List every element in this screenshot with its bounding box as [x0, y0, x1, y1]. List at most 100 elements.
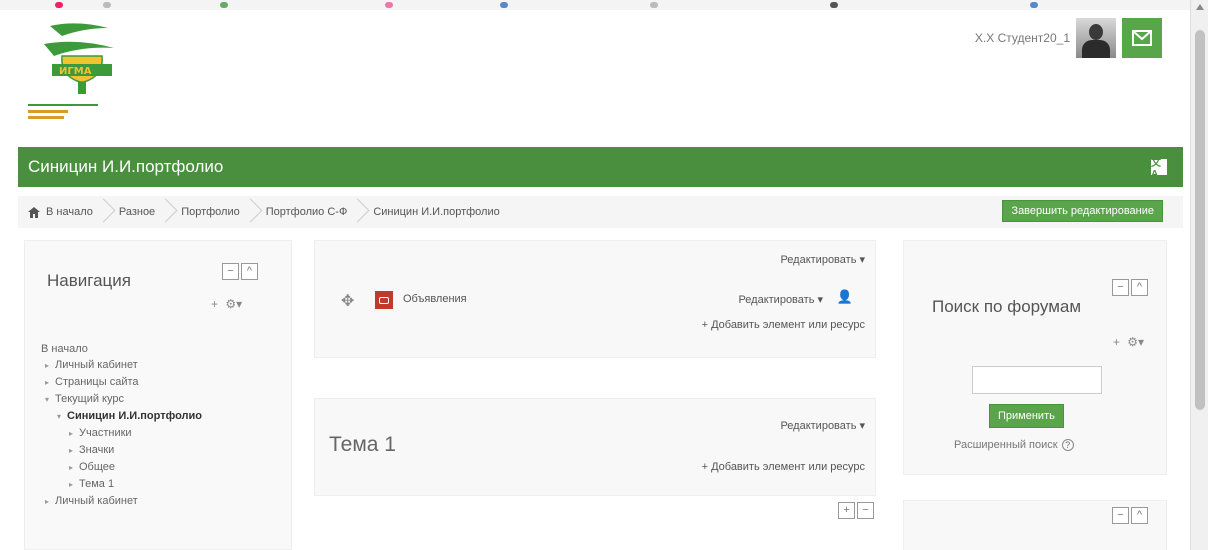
- nav-tree-item-label[interactable]: Текущий курс: [55, 393, 124, 405]
- nav-tree-item[interactable]: ▸ Личный кабинет: [41, 493, 202, 510]
- section-add-remove-controls: + −: [838, 502, 874, 519]
- breadcrumb: В начало Разное Портфолио Портфолио С-Ф …: [18, 196, 1183, 228]
- nav-tree-item-label[interactable]: В начало: [41, 343, 88, 355]
- browser-toolbar-icon[interactable]: [103, 2, 111, 8]
- caret-right-icon[interactable]: ▸: [69, 477, 79, 493]
- forum-search-title: Поиск по форумам: [932, 297, 1082, 316]
- course-section-general: Редактировать ▾ ✥ Объявления Редактирова…: [314, 240, 876, 358]
- breadcrumb-portfolio-sf[interactable]: Портфолио С-Ф: [266, 206, 348, 218]
- gear-icon[interactable]: ⚙▾: [1127, 335, 1144, 349]
- collapse-button[interactable]: −: [1112, 507, 1129, 524]
- section-edit-menu[interactable]: Редактировать ▾: [780, 253, 865, 266]
- user-name[interactable]: X.X Студент20_1: [975, 31, 1070, 45]
- browser-toolbar-icon[interactable]: [385, 2, 393, 8]
- navigation-block-controls: − ^: [222, 263, 258, 280]
- move-cross-icon[interactable]: +: [211, 297, 218, 311]
- nav-tree-item[interactable]: ▸ Общее: [41, 459, 202, 476]
- move-cross-icon[interactable]: ✥: [341, 291, 354, 311]
- breadcrumb-current-course[interactable]: Синицин И.И.портфолио: [373, 206, 499, 218]
- browser-toolbar-icon[interactable]: [500, 2, 508, 8]
- browser-toolbar-strip: [0, 0, 1190, 10]
- caret-right-icon[interactable]: ▸: [45, 358, 55, 374]
- gear-icon[interactable]: ⚙▾: [225, 297, 242, 311]
- nav-tree-item-label[interactable]: Значки: [79, 444, 114, 456]
- activity-edit-menu[interactable]: Редактировать ▾: [738, 293, 823, 306]
- secondary-block-controls: − ^: [1112, 507, 1148, 524]
- nav-tree-item-label[interactable]: Синицин И.И.портфолио: [67, 410, 202, 422]
- finish-editing-button[interactable]: Завершить редактирование: [1002, 200, 1163, 222]
- caret-right-icon[interactable]: ▸: [45, 494, 55, 510]
- nav-tree-item[interactable]: ▸ Участники: [41, 425, 202, 442]
- collapse-button[interactable]: −: [222, 263, 239, 280]
- advanced-search-row: Расширенный поиск ?: [954, 439, 1074, 451]
- breadcrumb-misc[interactable]: Разное: [119, 206, 155, 218]
- collapse-button[interactable]: −: [1112, 279, 1129, 296]
- forum-icon: [375, 291, 393, 309]
- caret-right-icon[interactable]: ▸: [69, 460, 79, 476]
- caret-down-icon[interactable]: ▾: [57, 409, 67, 425]
- person-icon[interactable]: 👤: [837, 289, 853, 305]
- nav-tree-item[interactable]: ▸ Значки: [41, 442, 202, 459]
- nav-tree-item[interactable]: ▾ Текущий курс: [41, 391, 202, 408]
- course-section-topic1: Редактировать ▾ Тема 1 + Добавить элемен…: [314, 398, 876, 496]
- scroll-up-arrow-icon[interactable]: [1196, 4, 1204, 10]
- messages-button[interactable]: [1122, 18, 1162, 58]
- move-up-button[interactable]: ^: [1131, 279, 1148, 296]
- browser-toolbar-icon[interactable]: [220, 2, 228, 8]
- navigation-block: Навигация − ^ + ⚙▾ В начало ▸ Личный кабин…: [24, 240, 292, 550]
- caret-down-icon[interactable]: ▾: [45, 392, 55, 408]
- nav-tree-item-label[interactable]: Тема 1: [79, 478, 114, 490]
- browser-toolbar-icon[interactable]: [830, 2, 838, 8]
- right-block-secondary: − ^: [903, 500, 1167, 550]
- user-avatar[interactable]: [1076, 18, 1116, 58]
- nav-tree-item-label[interactable]: Общее: [79, 461, 115, 473]
- move-cross-icon[interactable]: +: [1113, 335, 1120, 349]
- forum-icon-glyph: [379, 296, 389, 304]
- caret-right-icon[interactable]: ▸: [69, 426, 79, 442]
- section-title[interactable]: Тема 1: [329, 433, 396, 457]
- envelope-icon: [1132, 30, 1152, 46]
- nav-tree-item-label[interactable]: Участники: [79, 427, 132, 439]
- breadcrumb-portfolio[interactable]: Портфолио: [181, 206, 240, 218]
- language-icon[interactable]: 文A: [1151, 158, 1167, 180]
- add-section-button[interactable]: +: [838, 502, 855, 519]
- caret-right-icon[interactable]: ▸: [45, 375, 55, 391]
- apply-button[interactable]: Применить: [989, 404, 1064, 428]
- breadcrumb-separator: [355, 199, 365, 225]
- home-icon[interactable]: [28, 206, 40, 218]
- browser-toolbar-icon[interactable]: [650, 2, 658, 8]
- breadcrumb-home[interactable]: В начало: [46, 206, 93, 218]
- section-edit-menu[interactable]: Редактировать ▾: [780, 419, 865, 432]
- scrollbar-thumb[interactable]: [1195, 30, 1205, 410]
- nav-tree-item-label[interactable]: Личный кабинет: [55, 495, 138, 507]
- page-scrollbar[interactable]: [1190, 0, 1208, 550]
- breadcrumb-separator: [163, 199, 173, 225]
- navigation-tree: В начало ▸ Личный кабинет ▸ Страницы сайта ▾ Т…: [41, 341, 202, 510]
- advanced-search-link[interactable]: Расширенный поиск: [954, 439, 1058, 451]
- browser-toolbar-icon[interactable]: [1030, 2, 1038, 8]
- add-activity-link[interactable]: + Добавить элемент или ресурс: [702, 461, 865, 473]
- nav-tree-item[interactable]: ▸ Страницы сайта: [41, 374, 202, 391]
- activity-link-announcements[interactable]: Объявления: [403, 293, 467, 305]
- nav-tree-item[interactable]: ▸ Личный кабинет: [41, 357, 202, 374]
- nav-tree-item-label[interactable]: Личный кабинет: [55, 359, 138, 371]
- caret-right-icon[interactable]: ▸: [69, 443, 79, 459]
- site-logo[interactable]: ИГМА: [22, 18, 132, 133]
- breadcrumb-separator: [248, 199, 258, 225]
- add-activity-link[interactable]: + Добавить элемент или ресурс: [702, 319, 865, 331]
- nav-tree-item-label[interactable]: Страницы сайта: [55, 376, 139, 388]
- forum-search-tools: + ⚙▾: [1113, 335, 1144, 349]
- breadcrumb-separator: [101, 199, 111, 225]
- nav-tree-item[interactable]: В начало: [41, 341, 202, 357]
- forum-search-input[interactable]: [972, 366, 1102, 394]
- browser-toolbar-icon[interactable]: [55, 2, 63, 8]
- user-menu[interactable]: X.X Студент20_1: [975, 18, 1162, 58]
- move-up-button[interactable]: ^: [1131, 507, 1148, 524]
- nav-tree-item[interactable]: ▸ Тема 1: [41, 476, 202, 493]
- logo-graphic: ИГМА: [28, 23, 114, 119]
- svg-text:ИГМА: ИГМА: [59, 66, 92, 77]
- help-icon[interactable]: ?: [1061, 439, 1074, 451]
- nav-tree-item[interactable]: ▾ Синицин И.И.портфолио: [41, 408, 202, 425]
- remove-section-button[interactable]: −: [857, 502, 874, 519]
- move-up-button[interactable]: ^: [241, 263, 258, 280]
